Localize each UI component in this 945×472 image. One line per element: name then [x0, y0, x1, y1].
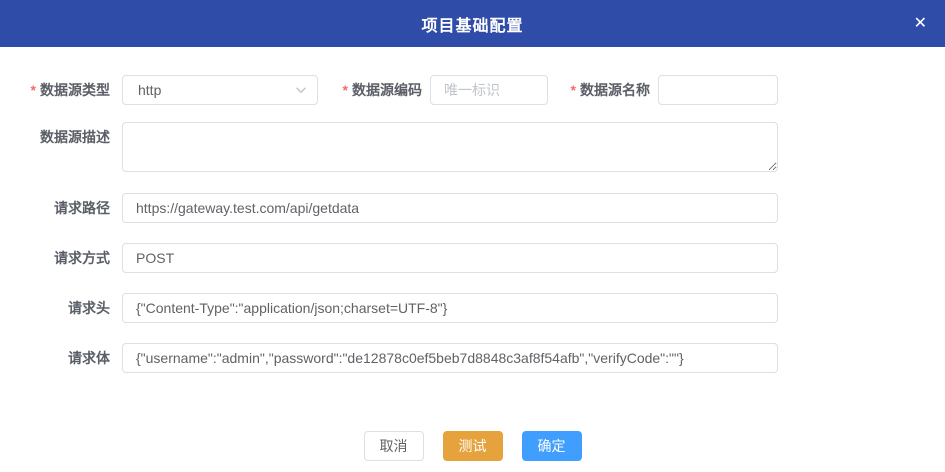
- request-body-input[interactable]: [122, 343, 778, 373]
- chevron-down-icon: [295, 84, 307, 96]
- required-asterisk: *: [571, 82, 576, 98]
- dialog-title: 项目基础配置: [421, 12, 523, 36]
- request-method-input[interactable]: [122, 243, 778, 273]
- datasource-type-label: *数据源类型: [0, 75, 110, 105]
- close-icon[interactable]: ✕: [910, 12, 931, 36]
- form-row-request-path: 请求路径: [0, 193, 945, 223]
- dialog-footer: 取消 测试 确定: [0, 431, 945, 461]
- test-button[interactable]: 测试: [443, 431, 503, 461]
- datasource-name-input[interactable]: [658, 75, 778, 105]
- datasource-type-value: http: [138, 82, 161, 98]
- datasource-description-textarea[interactable]: [122, 122, 778, 172]
- request-headers-label: 请求头: [0, 293, 110, 323]
- form-row-datasource: *数据源类型 http *数据源编码 *数据源名称: [0, 75, 945, 105]
- request-body-label: 请求体: [0, 343, 110, 373]
- required-asterisk: *: [31, 82, 36, 98]
- datasource-description-label: 数据源描述: [0, 122, 110, 152]
- datasource-code-input[interactable]: [430, 75, 548, 105]
- datasource-code-label: *数据源编码: [318, 75, 430, 105]
- project-basic-config-dialog: 项目基础配置 ✕ *数据源类型 http *数据源编码 *数据源名称 数据源描述…: [0, 0, 945, 472]
- cancel-button[interactable]: 取消: [364, 431, 424, 461]
- confirm-button[interactable]: 确定: [522, 431, 582, 461]
- form-row-request-headers: 请求头: [0, 293, 945, 323]
- datasource-name-label: *数据源名称: [548, 75, 658, 105]
- form-row-request-method: 请求方式: [0, 243, 945, 273]
- request-method-label: 请求方式: [0, 243, 110, 273]
- dialog-header: 项目基础配置 ✕: [0, 0, 945, 47]
- datasource-type-select[interactable]: http: [122, 75, 318, 105]
- form-row-description: 数据源描述: [0, 122, 945, 172]
- required-asterisk: *: [343, 82, 348, 98]
- request-headers-input[interactable]: [122, 293, 778, 323]
- form-row-request-body: 请求体: [0, 343, 945, 373]
- request-path-input[interactable]: [122, 193, 778, 223]
- request-path-label: 请求路径: [0, 193, 110, 223]
- dialog-body: *数据源类型 http *数据源编码 *数据源名称 数据源描述 请求路径 请求方…: [0, 47, 945, 461]
